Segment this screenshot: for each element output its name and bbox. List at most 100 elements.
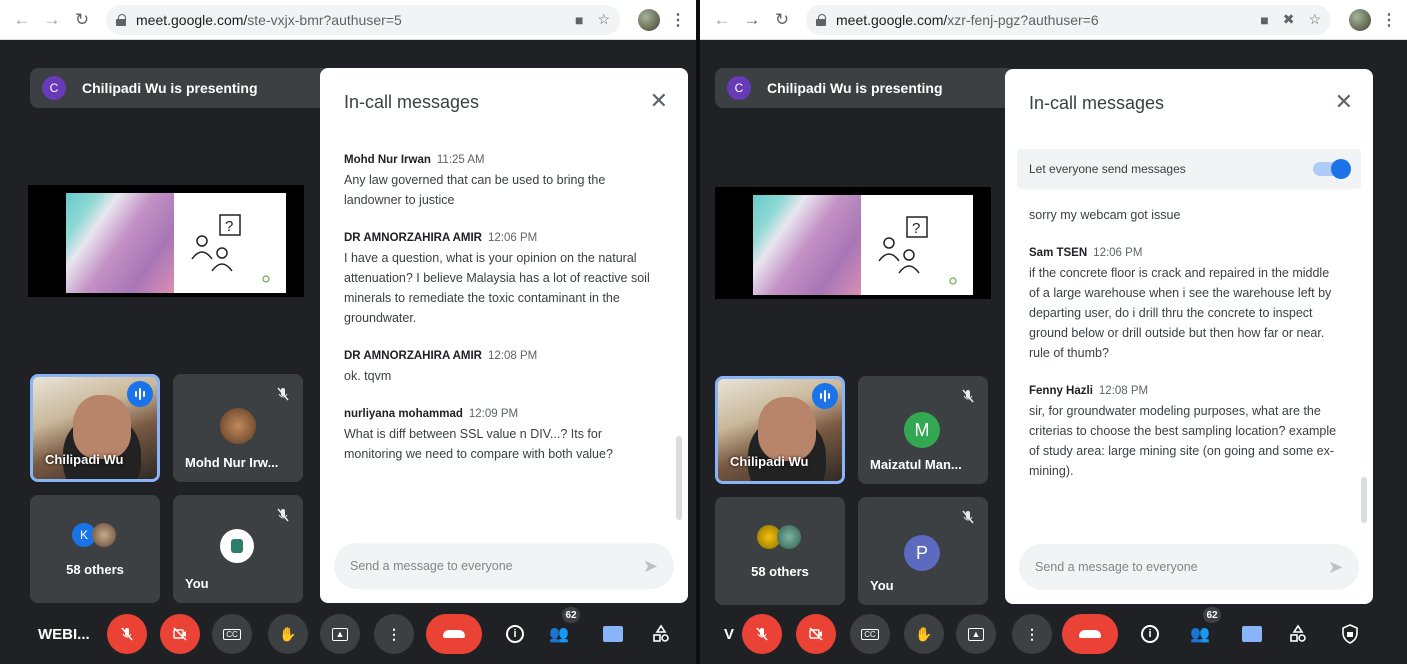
others-tile[interactable]: 58 others [715, 497, 845, 605]
back-icon[interactable]: ← [10, 8, 34, 32]
info-icon: i [506, 625, 524, 643]
host-controls-button[interactable] [1330, 614, 1370, 654]
back-icon[interactable]: ← [710, 8, 734, 32]
mic-off-button[interactable] [107, 614, 147, 654]
participants-button[interactable]: 👥 62 [1180, 606, 1222, 654]
presenter-avatar: C [727, 76, 751, 100]
profile-avatar[interactable] [638, 8, 660, 31]
forward-icon[interactable]: → [40, 8, 64, 32]
presentation-slide: ? [715, 187, 991, 299]
info-icon: i [1141, 625, 1159, 643]
message-list: sorry my webcam got issue Sam TSEN 12:06 … [1029, 205, 1343, 503]
send-messages-toggle[interactable] [1313, 159, 1351, 179]
camera-off-button[interactable] [796, 614, 836, 654]
chat-message: DR AMNORZAHIRA AMIR 12:06 PM I have a que… [344, 232, 658, 328]
mic-blocked-icon[interactable]: ✖ [1283, 11, 1295, 28]
captions-icon: CC [223, 628, 241, 640]
chat-button[interactable] [1232, 614, 1272, 654]
browser-menu-icon[interactable]: ⋮ [1381, 10, 1397, 30]
chat-scrollbar[interactable] [1361, 477, 1367, 523]
self-avatar: P [904, 535, 940, 571]
chat-scrollbar[interactable] [676, 436, 682, 520]
meeting-info-button[interactable]: i [495, 614, 535, 654]
message-text: ok. tqvm [344, 369, 392, 383]
svg-text:?: ? [912, 220, 920, 237]
others-tile[interactable]: K 58 others [30, 495, 160, 603]
presenter-avatar: C [42, 76, 66, 100]
address-bar[interactable]: meet.google.com/ste-vxjx-bmr?authuser=5 … [106, 4, 620, 35]
meeting-details[interactable]: V [724, 626, 734, 643]
present-button[interactable]: ▲ [320, 614, 360, 654]
close-icon[interactable]: ✕ [1335, 91, 1353, 113]
others-count: 58 others [751, 564, 809, 579]
message-sender: DR AMNORZAHIRA AMIR [344, 350, 482, 362]
speaking-indicator-icon [127, 381, 153, 407]
leave-call-button[interactable] [1062, 614, 1118, 654]
more-vert-icon: ⋮ [387, 625, 401, 642]
message-list: Mohd Nur Irwan 11:25 AM Any law governed … [344, 154, 658, 486]
participant-tile-presenter[interactable]: Chilipadi Wu [30, 374, 160, 482]
others-avatar-photo [92, 523, 116, 547]
reload-icon[interactable]: ↻ [70, 8, 94, 32]
profile-avatar[interactable] [1349, 8, 1371, 31]
self-tile[interactable]: You [173, 495, 303, 603]
participant-tile[interactable]: M Maizatul Man... [858, 376, 988, 484]
right-meet-window: ← → ↻ meet.google.com/xzr-fenj-pgz?authu… [700, 0, 1407, 664]
camera-icon[interactable]: ■ [575, 12, 583, 28]
left-meet-window: ← → ↻ meet.google.com/ste-vxjx-bmr?authu… [0, 0, 696, 664]
reload-icon[interactable]: ↻ [770, 8, 794, 32]
close-icon[interactable]: ✕ [650, 90, 668, 112]
camera-icon[interactable]: ■ [1260, 12, 1268, 28]
mic-off-icon [277, 508, 289, 522]
send-icon[interactable]: ➤ [643, 556, 658, 577]
raise-hand-button[interactable]: ✋ [268, 614, 308, 654]
more-options-button[interactable]: ⋮ [1012, 614, 1052, 654]
activities-button[interactable] [641, 614, 681, 654]
participant-name: Chilipadi Wu [730, 454, 809, 469]
message-time: 11:25 AM [436, 154, 485, 166]
meeting-info-button[interactable]: i [1130, 614, 1170, 654]
message-time: 12:06 PM [1093, 247, 1143, 259]
chat-button[interactable] [593, 614, 633, 654]
hand-icon: ✋ [915, 625, 933, 642]
chat-panel-title: In-call messages [1029, 93, 1165, 113]
present-button[interactable]: ▲ [956, 614, 996, 654]
send-icon[interactable]: ➤ [1328, 557, 1343, 578]
captions-icon: CC [861, 628, 879, 640]
message-input[interactable] [350, 559, 643, 573]
present-icon: ▲ [332, 627, 348, 641]
more-options-button[interactable]: ⋮ [374, 614, 414, 654]
message-sender: DR AMNORZAHIRA AMIR [344, 232, 482, 244]
star-icon[interactable]: ☆ [597, 11, 610, 28]
participant-tile[interactable]: Mohd Nur Irw... [173, 374, 303, 482]
self-tile[interactable]: P You [858, 497, 988, 605]
activities-button[interactable] [1278, 614, 1318, 654]
mic-off-button[interactable] [742, 614, 782, 654]
address-bar[interactable]: meet.google.com/xzr-fenj-pgz?authuser=6 … [806, 4, 1331, 35]
self-label: You [870, 578, 894, 593]
presenting-chip[interactable]: C Chilipadi Wu is presenting [30, 68, 330, 108]
lock-icon [116, 13, 126, 26]
chat-message: Fenny Hazli 12:08 PM sir, for groundwater… [1029, 385, 1343, 481]
captions-button[interactable]: CC [212, 614, 252, 654]
leave-call-button[interactable] [426, 614, 482, 654]
participants-button[interactable]: 👥 62 [539, 606, 581, 654]
present-icon: ▲ [968, 627, 984, 641]
participants-count-badge: 62 [561, 606, 581, 624]
captions-button[interactable]: CC [850, 614, 890, 654]
question-illustration: ? [861, 195, 973, 295]
others-avatar-photo [777, 525, 801, 549]
forward-icon[interactable]: → [740, 8, 764, 32]
mic-off-icon [121, 627, 133, 641]
star-icon[interactable]: ☆ [1308, 11, 1321, 28]
browser-menu-icon[interactable]: ⋮ [670, 10, 686, 30]
message-input[interactable] [1035, 560, 1328, 574]
camera-off-button[interactable] [160, 614, 200, 654]
participant-tile-presenter[interactable]: Chilipadi Wu [715, 376, 845, 484]
message-sender: Fenny Hazli [1029, 385, 1093, 397]
hand-icon: ✋ [279, 625, 297, 642]
meeting-details[interactable]: WEBI... [38, 626, 90, 643]
presentation-slide: ? [28, 185, 304, 297]
raise-hand-button[interactable]: ✋ [904, 614, 944, 654]
presenting-chip[interactable]: C Chilipadi Wu is presenting [715, 68, 1015, 108]
